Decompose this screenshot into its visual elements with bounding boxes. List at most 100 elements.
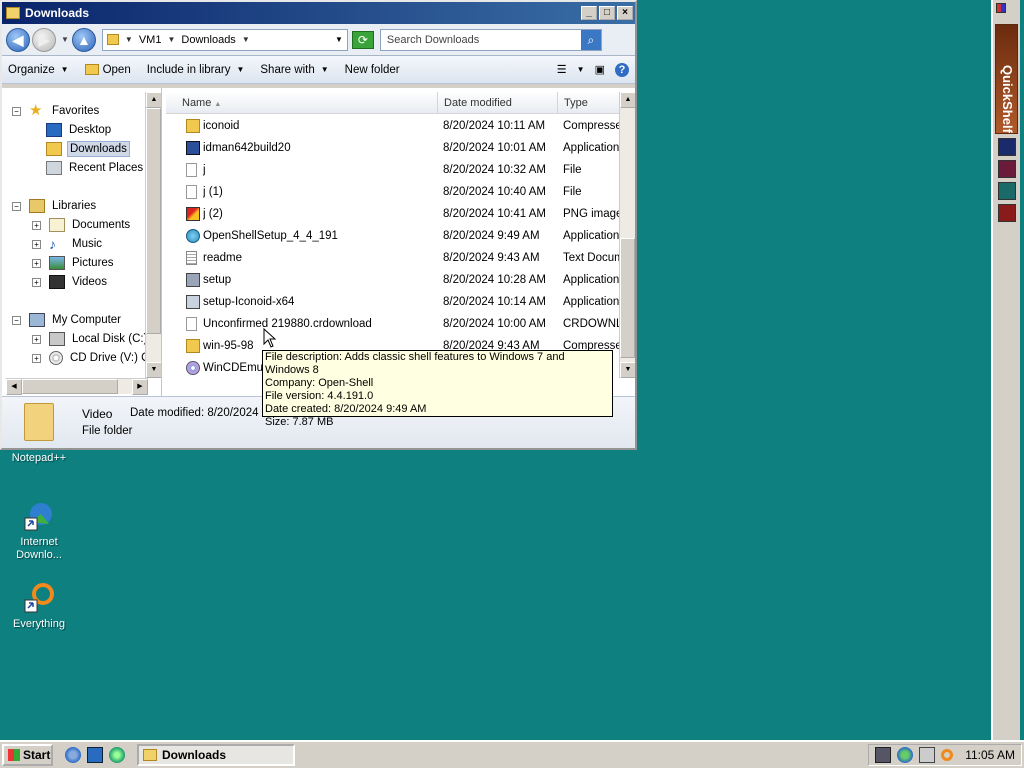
network-icon[interactable] xyxy=(875,747,892,763)
clock[interactable]: 11:05 AM xyxy=(965,748,1015,762)
nav-my-computer[interactable]: − My Computer xyxy=(12,311,123,329)
scroll-thumb[interactable] xyxy=(22,379,118,394)
title-bar[interactable]: Downloads _ □ × xyxy=(2,2,635,24)
minimize-button[interactable]: _ xyxy=(581,6,597,20)
column-type[interactable]: Type xyxy=(558,92,628,114)
expand-icon[interactable]: + xyxy=(32,220,41,230)
nav-cd-drive[interactable]: + CD Drive (V:) OF xyxy=(32,349,159,367)
expand-icon[interactable]: + xyxy=(32,239,41,249)
nav-horizontal-scrollbar[interactable]: ◀ ▶ xyxy=(6,378,148,395)
nav-videos[interactable]: + Videos xyxy=(32,273,109,291)
breadcrumb-downloads[interactable]: Downloads xyxy=(181,34,235,46)
scroll-thumb[interactable] xyxy=(620,238,635,358)
breadcrumb-vm1[interactable]: VM1 xyxy=(139,34,162,46)
file-row[interactable]: Unconfirmed 219880.crdownload 8/20/2024 … xyxy=(166,314,621,336)
address-dropdown-button[interactable]: ▼ xyxy=(335,35,343,44)
start-button[interactable]: Start xyxy=(2,744,53,766)
refresh-button[interactable]: ⟳ xyxy=(351,30,374,49)
file-row[interactable]: setup-Iconoid-x64 8/20/2024 10:14 AM App… xyxy=(166,292,619,314)
file-name: j (1) xyxy=(203,186,223,198)
column-date-modified[interactable]: Date modified xyxy=(438,92,558,114)
nav-downloads[interactable]: Downloads xyxy=(46,140,130,158)
expand-icon[interactable]: + xyxy=(32,353,41,363)
nav-desktop-label: Desktop xyxy=(69,124,112,136)
nav-libraries[interactable]: − Libraries xyxy=(12,197,98,215)
search-box[interactable]: Search Downloads ⌕ xyxy=(379,28,602,51)
address-bar-row: ◀ ▶ ▼ ▲ ▼ VM1 ▼ Downloads ▼ ▼ ⟳ Search D… xyxy=(2,24,635,56)
file-list-vertical-scrollbar[interactable]: ▲ ▼ xyxy=(619,92,635,378)
file-row[interactable]: j (2) 8/20/2024 10:41 AM PNG image xyxy=(166,204,621,226)
search-icon[interactable]: ⌕ xyxy=(580,29,601,50)
taskbar-window-downloads[interactable]: Downloads xyxy=(137,744,295,766)
file-row[interactable]: iconoid 8/20/2024 10:11 AM Compressed xyxy=(166,116,621,138)
collapse-icon[interactable]: − xyxy=(12,106,21,116)
nav-pictures-label: Pictures xyxy=(72,257,114,269)
file-row[interactable]: j (1) 8/20/2024 10:40 AM File xyxy=(166,182,619,204)
quickshelf-button-3[interactable] xyxy=(998,182,1016,200)
scroll-right-arrow[interactable]: ▶ xyxy=(132,379,148,395)
nav-recent-places[interactable]: Recent Places xyxy=(46,159,145,177)
scroll-up-arrow[interactable]: ▲ xyxy=(620,92,635,108)
scroll-left-arrow[interactable]: ◀ xyxy=(6,379,22,395)
back-button[interactable]: ◀ xyxy=(6,27,30,52)
chevron-down-icon[interactable]: ▼ xyxy=(125,35,133,44)
media-player-icon[interactable] xyxy=(109,747,125,763)
forward-button[interactable]: ▶ xyxy=(32,27,56,52)
desktop-icon-everything[interactable]: Everything xyxy=(3,582,75,631)
nav-music[interactable]: + ♪ Music xyxy=(32,235,104,253)
up-button[interactable]: ▲ xyxy=(71,27,96,52)
blank-file-icon xyxy=(186,317,197,331)
everything-search-icon[interactable] xyxy=(941,749,954,761)
nav-libraries-label: Libraries xyxy=(52,200,97,212)
organize-button[interactable]: Organize ▼ xyxy=(8,64,69,76)
keyboard-layout-icon[interactable] xyxy=(919,747,936,763)
expand-icon[interactable]: + xyxy=(32,258,41,268)
change-view-icon[interactable]: ☰ xyxy=(557,63,567,76)
nav-desktop[interactable]: Desktop xyxy=(46,121,113,139)
desktop-icon-internet-download-manager[interactable]: Internet Downlo... xyxy=(3,500,75,562)
close-button[interactable]: × xyxy=(617,6,633,20)
file-row[interactable]: idman642build20 8/20/2024 10:01 AM Appli… xyxy=(166,138,619,160)
scroll-down-arrow[interactable]: ▼ xyxy=(620,362,635,378)
scroll-thumb[interactable] xyxy=(146,108,161,334)
quickshelf-button-1[interactable] xyxy=(998,138,1016,156)
quickshelf-button-2[interactable] xyxy=(998,160,1016,178)
nav-pictures[interactable]: + Pictures xyxy=(32,254,116,272)
nav-favorites[interactable]: − ★ Favorites xyxy=(12,102,101,120)
scroll-up-arrow[interactable]: ▲ xyxy=(146,92,161,108)
expand-icon[interactable]: + xyxy=(32,277,41,287)
file-row[interactable]: OpenShellSetup_4_4_191 8/20/2024 9:49 AM… xyxy=(166,226,619,248)
new-folder-button[interactable]: New folder xyxy=(345,64,400,76)
globe-icon[interactable] xyxy=(897,747,914,763)
file-row[interactable]: setup 8/20/2024 10:28 AM Application xyxy=(166,270,619,292)
file-row[interactable]: j 8/20/2024 10:32 AM File xyxy=(166,160,619,182)
address-bar[interactable]: ▼ VM1 ▼ Downloads ▼ ▼ xyxy=(101,28,348,51)
recent-pages-dropdown[interactable]: ▼ xyxy=(61,35,69,44)
help-icon[interactable]: ? xyxy=(615,62,629,77)
preview-pane-icon[interactable]: ▣ xyxy=(595,63,605,76)
expand-icon[interactable]: + xyxy=(32,334,41,344)
computer-icon xyxy=(29,313,45,327)
quickshelf-title-panel[interactable]: QuickShelf xyxy=(995,24,1018,134)
nav-vertical-scrollbar[interactable]: ▲ ▼ xyxy=(145,92,161,378)
nav-documents[interactable]: + Documents xyxy=(32,216,132,234)
desktop-icon-notepadpp[interactable]: Notepad++ xyxy=(3,452,75,465)
share-with-button[interactable]: Share with ▼ xyxy=(260,64,328,76)
chevron-down-icon[interactable]: ▼ xyxy=(242,35,250,44)
quickshelf-button-4[interactable] xyxy=(998,204,1016,222)
collapse-icon[interactable]: − xyxy=(12,315,21,325)
file-row[interactable]: readme 8/20/2024 9:43 AM Text Document xyxy=(166,248,621,270)
scroll-down-arrow[interactable]: ▼ xyxy=(146,362,161,378)
maximize-button[interactable]: □ xyxy=(599,6,615,20)
chevron-down-icon[interactable]: ▼ xyxy=(577,65,585,74)
column-name[interactable]: Name ▲ xyxy=(176,92,438,114)
show-desktop-icon[interactable] xyxy=(87,747,103,763)
chevron-down-icon[interactable]: ▼ xyxy=(167,35,175,44)
collapse-icon[interactable]: − xyxy=(12,201,21,211)
open-button[interactable]: Open xyxy=(84,64,131,76)
quickshelf-menu-icon[interactable] xyxy=(996,3,1006,13)
internet-explorer-icon[interactable] xyxy=(65,747,81,763)
include-in-library-button[interactable]: Include in library ▼ xyxy=(147,64,245,76)
search-input[interactable]: Search Downloads xyxy=(387,34,581,46)
nav-local-disk[interactable]: + Local Disk (C:) xyxy=(32,330,149,348)
